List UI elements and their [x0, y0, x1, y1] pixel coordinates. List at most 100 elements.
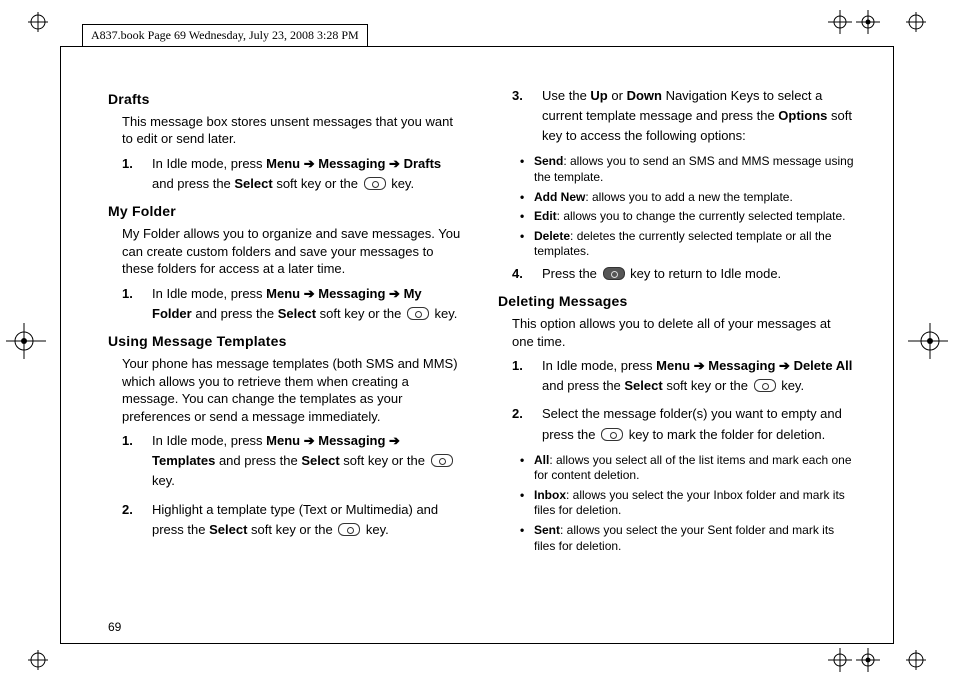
drafts-step-1: 1. In Idle mode, press Menu ➔ Messaging …	[122, 154, 464, 194]
heading-templates: Using Message Templates	[108, 332, 464, 351]
crop-right	[893, 46, 894, 644]
t: key.	[778, 378, 805, 393]
left-column: Drafts This message box stores unsent me…	[108, 86, 464, 616]
print-header: A837.book Page 69 Wednesday, July 23, 20…	[82, 24, 368, 47]
regmark-top-b	[856, 10, 880, 34]
t: Inbox	[534, 488, 566, 502]
t: key.	[431, 306, 458, 321]
regmark-top-a	[828, 10, 852, 34]
t: soft key or the	[340, 453, 429, 468]
t: and press the	[542, 378, 624, 393]
t: Select	[278, 306, 316, 321]
t: Menu	[656, 358, 690, 373]
page-root: A837.book Page 69 Wednesday, July 23, 20…	[0, 0, 954, 682]
t: key.	[388, 176, 415, 191]
t: Options	[778, 108, 827, 123]
t: Sent	[534, 523, 560, 537]
templates-desc: Your phone has message templates (both S…	[122, 355, 464, 425]
deleting-desc: This option allows you to delete all of …	[512, 315, 854, 350]
t: Messaging	[318, 433, 385, 448]
ok-key-icon	[754, 379, 776, 392]
t: : allows you select the your Sent folder…	[534, 523, 834, 553]
ok-key-icon	[601, 428, 623, 441]
t: soft key or the	[273, 176, 362, 191]
t: soft key or the	[247, 522, 336, 537]
bullet-addnew: Add New: allows you to add a new the tem…	[520, 190, 854, 206]
heading-myfolder: My Folder	[108, 202, 464, 221]
t: Down	[627, 88, 662, 103]
t: All	[534, 453, 549, 467]
myfolder-desc: My Folder allows you to organize and sav…	[122, 225, 464, 278]
regmark-bl	[28, 650, 48, 670]
t: Up	[590, 88, 607, 103]
delete-step-1: 1. In Idle mode, press Menu ➔ Messaging …	[512, 356, 854, 396]
bullet-inbox: Inbox: allows you select the your Inbox …	[520, 488, 854, 519]
t: In Idle mode, press	[152, 156, 266, 171]
t: : allows you select all of the list item…	[534, 453, 852, 483]
templates-step-4: 4. Press the key to return to Idle mode.	[512, 264, 854, 284]
heading-deleting: Deleting Messages	[498, 292, 854, 311]
t: Send	[534, 154, 563, 168]
t: soft key or the	[316, 306, 405, 321]
right-column: 3. Use the Up or Down Navigation Keys to…	[498, 86, 854, 616]
t: Select	[209, 522, 247, 537]
ok-key-icon	[338, 523, 360, 536]
t: key to return to Idle mode.	[627, 266, 782, 281]
t: or	[608, 88, 627, 103]
end-key-icon	[603, 267, 625, 280]
t: In Idle mode, press	[542, 358, 656, 373]
templates-step-3: 3. Use the Up or Down Navigation Keys to…	[512, 86, 854, 146]
t: Drafts	[404, 156, 442, 171]
arrow-icon: ➔	[300, 433, 318, 448]
t: and press the	[152, 176, 234, 191]
arrow-icon: ➔	[690, 358, 708, 373]
t: Edit	[534, 209, 557, 223]
arrow-icon: ➔	[300, 156, 318, 171]
t: Use the	[542, 88, 590, 103]
t: Select	[234, 176, 272, 191]
t: Menu	[266, 433, 300, 448]
bullet-delete: Delete: deletes the currently selected t…	[520, 229, 854, 260]
templates-step-1: 1. In Idle mode, press Menu ➔ Messaging …	[122, 431, 464, 491]
t: Menu	[266, 156, 300, 171]
delete-step-2: 2. Select the message folder(s) you want…	[512, 404, 854, 444]
arrow-icon: ➔	[385, 286, 403, 301]
bullet-sent: Sent: allows you select the your Sent fo…	[520, 523, 854, 554]
crop-left	[60, 46, 61, 644]
drafts-desc: This message box stores unsent messages …	[122, 113, 464, 148]
t: Delete	[534, 229, 570, 243]
t: soft key or the	[663, 378, 752, 393]
t: : allows you to add a new the template.	[585, 190, 792, 204]
regmark-left	[6, 323, 46, 359]
t: Delete All	[794, 358, 853, 373]
t: : allows you select the your Inbox folde…	[534, 488, 845, 518]
myfolder-step-1: 1. In Idle mode, press Menu ➔ Messaging …	[122, 284, 464, 324]
t: Select	[301, 453, 339, 468]
t: Menu	[266, 286, 300, 301]
ok-key-icon	[431, 454, 453, 467]
regmark-bot-a	[828, 648, 852, 672]
regmark-right	[908, 323, 948, 359]
arrow-icon: ➔	[300, 286, 318, 301]
t: Add New	[534, 190, 585, 204]
t: In Idle mode, press	[152, 433, 266, 448]
regmark-bot-b	[856, 648, 880, 672]
t: : deletes the currently selected templat…	[534, 229, 832, 259]
content-columns: Drafts This message box stores unsent me…	[108, 86, 854, 616]
t: Templates	[152, 453, 215, 468]
t: In Idle mode, press	[152, 286, 266, 301]
arrow-icon: ➔	[385, 433, 400, 448]
t: Messaging	[708, 358, 775, 373]
ok-key-icon	[407, 307, 429, 320]
t: key to mark the folder for deletion.	[625, 427, 825, 442]
t: key.	[362, 522, 389, 537]
bullet-send: Send: allows you to send an SMS and MMS …	[520, 154, 854, 185]
regmark-br	[906, 650, 926, 670]
t: and press the	[215, 453, 301, 468]
t: : allows you to send an SMS and MMS mess…	[534, 154, 854, 184]
templates-step-2: 2. Highlight a template type (Text or Mu…	[122, 500, 464, 540]
crop-bottom	[60, 643, 894, 644]
heading-drafts: Drafts	[108, 90, 464, 109]
t: key.	[152, 473, 175, 488]
bullet-edit: Edit: allows you to change the currently…	[520, 209, 854, 225]
